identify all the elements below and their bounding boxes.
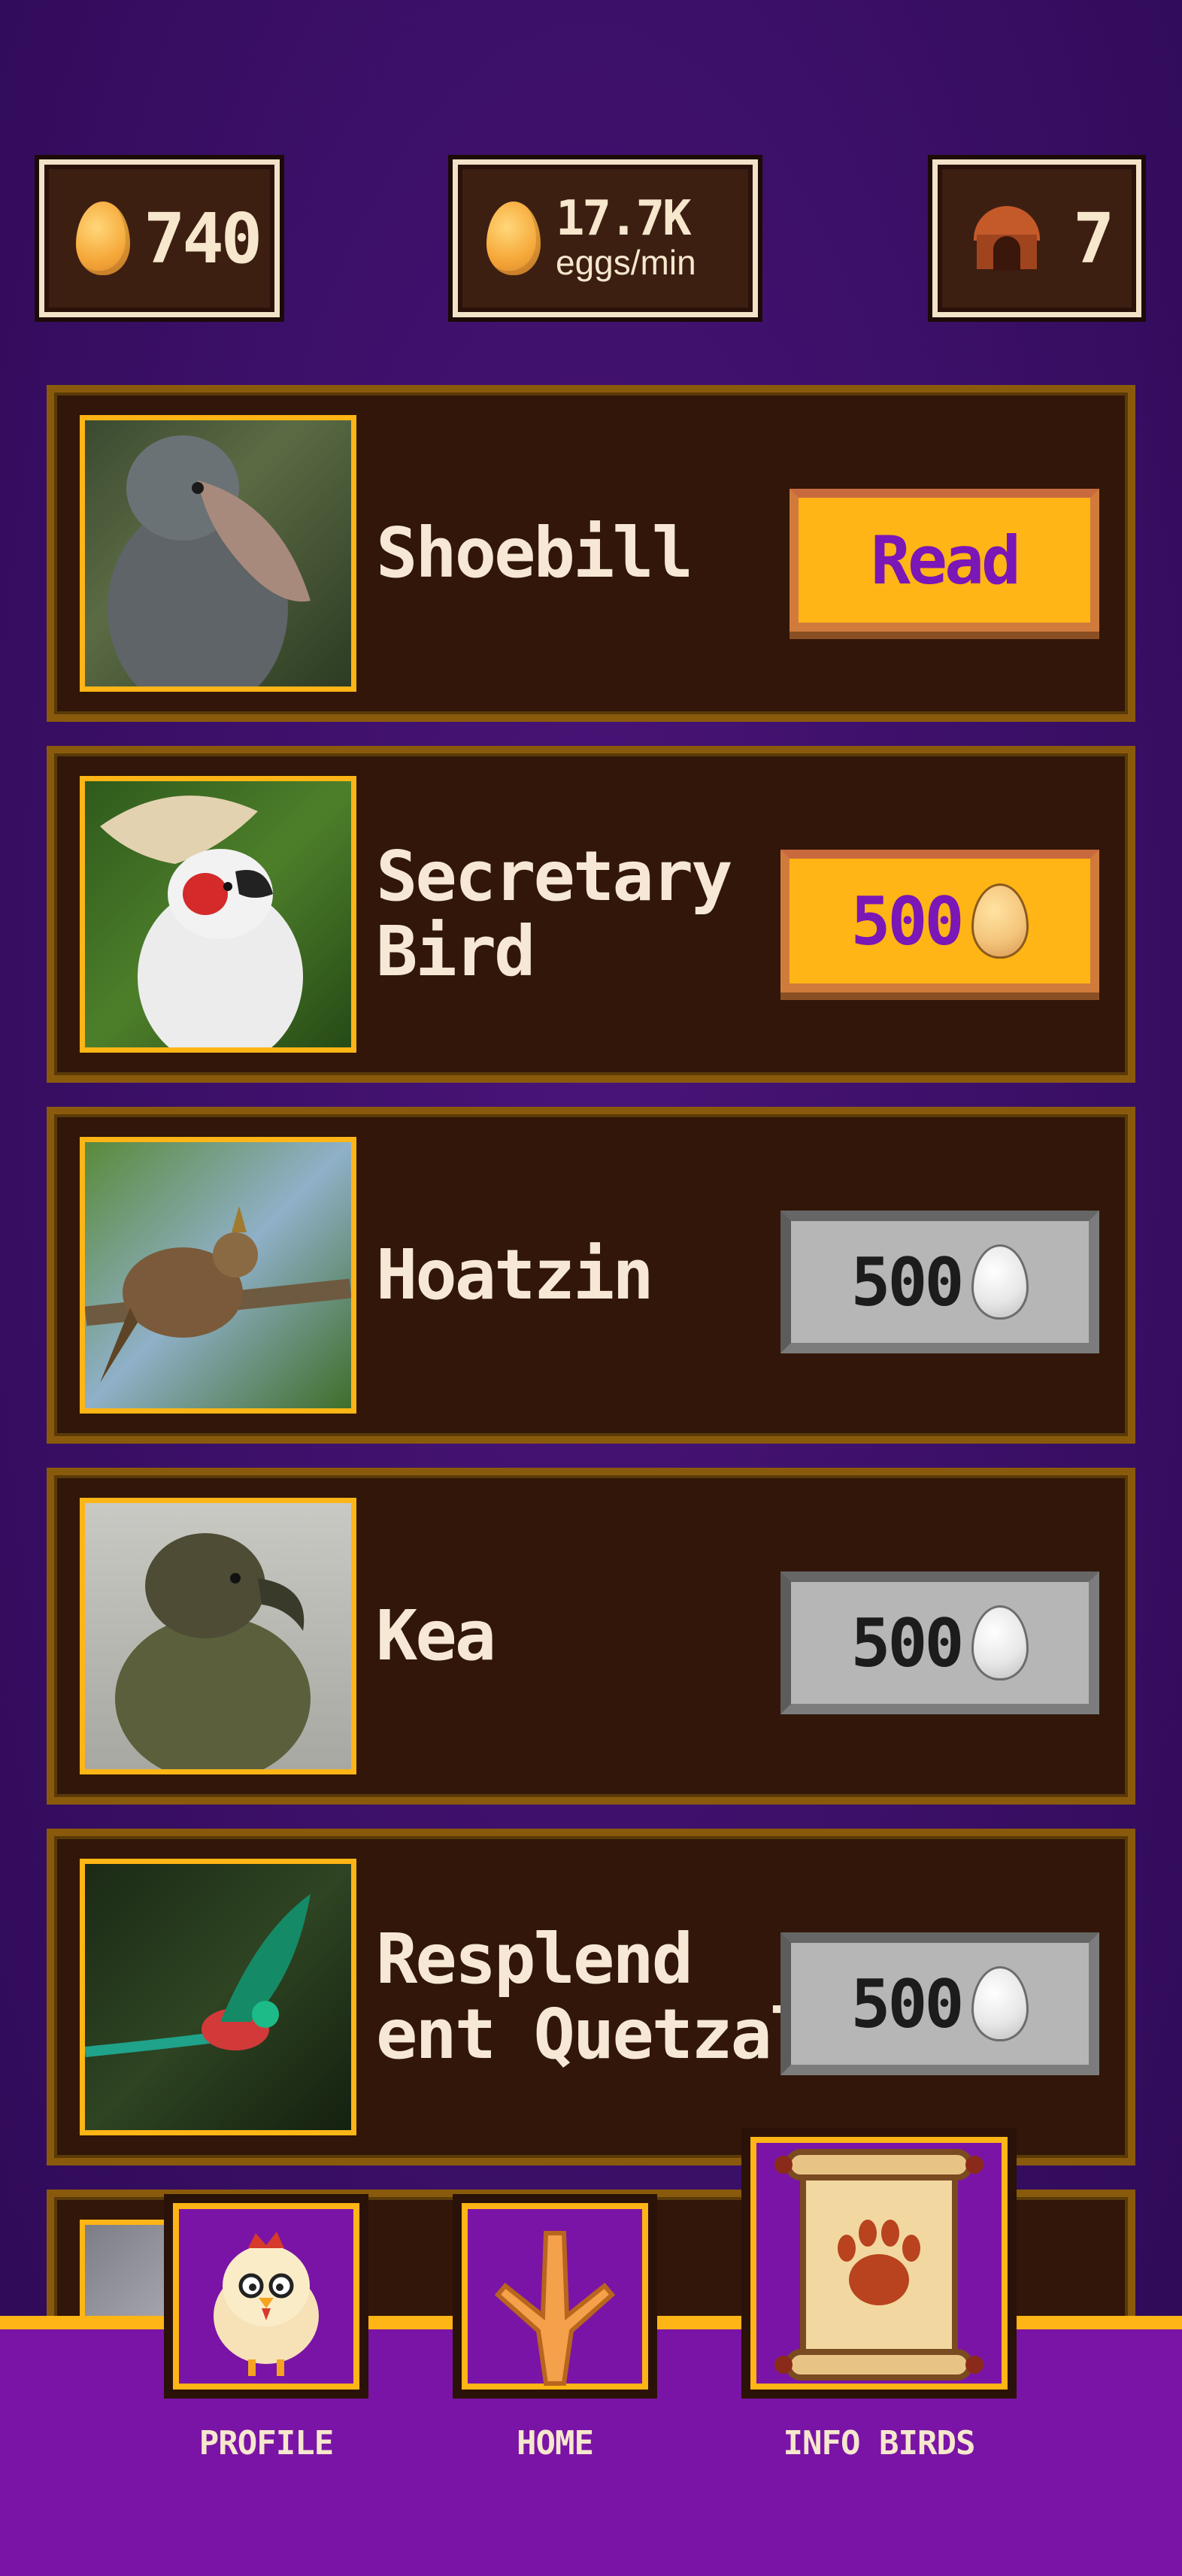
bird-name: Resplend ent Quetzal (376, 1919, 811, 2074)
egg-icon (971, 883, 1029, 959)
bird-card-hoatzin: Hoatzin 500 (47, 1107, 1135, 1444)
secretary-bird-photo (80, 776, 356, 1053)
egg-icon (971, 1244, 1029, 1320)
egg-icon (486, 202, 541, 275)
quetzal-photo (80, 1859, 356, 2135)
kea-photo (80, 1498, 356, 1774)
bird-card-kea: Kea 500 (47, 1468, 1135, 1805)
price-label: 500 (850, 882, 965, 960)
rate-unit: eggs/min (556, 243, 696, 282)
hoatzin-photo (80, 1137, 356, 1414)
nav-profile-button[interactable] (164, 2194, 368, 2399)
egg-count: 740 (144, 198, 262, 279)
buy-button[interactable]: 500 (780, 850, 1099, 993)
nav-profile-label: PROFILE (199, 2424, 334, 2462)
coop-counter: 7 (932, 159, 1141, 317)
nav-home-button[interactable] (453, 2194, 657, 2399)
read-label: Read (871, 521, 1021, 599)
egg-icon (76, 202, 130, 275)
bird-name: Secretary Bird (376, 836, 733, 992)
coop-icon (971, 206, 1043, 271)
egg-counter: 740 (39, 159, 280, 317)
price-label: 500 (850, 1243, 965, 1321)
scroll-icon (774, 2149, 983, 2381)
bird-name: Shoebill (376, 513, 693, 593)
bird-name: Kea (376, 1596, 496, 1676)
bird-foot-icon (494, 2231, 616, 2386)
coop-count: 7 (1073, 198, 1114, 279)
chicken-icon (214, 2232, 319, 2376)
price-label: 500 (850, 1965, 965, 2043)
egg-icon (971, 1605, 1029, 1680)
locked-buy-button[interactable]: 500 (780, 1211, 1099, 1353)
read-button[interactable]: Read (790, 489, 1099, 632)
price-label: 500 (850, 1604, 965, 1682)
production-rate: 17.7K eggs/min (453, 159, 758, 317)
nav-info-birds-button[interactable] (741, 2128, 1017, 2399)
shoebill-photo (80, 415, 356, 692)
nav-info-birds-label: INFO BIRDS (783, 2424, 976, 2462)
bird-name: Hoatzin (376, 1235, 654, 1315)
locked-buy-button[interactable]: 500 (780, 1571, 1099, 1714)
rate-value: 17.7K (556, 191, 692, 247)
egg-icon (971, 1966, 1029, 2041)
locked-buy-button[interactable]: 500 (780, 1932, 1099, 2075)
bird-card-shoebill: Shoebill Read (47, 385, 1135, 722)
bird-card-resplendent-quetzal: Resplend ent Quetzal 500 (47, 1829, 1135, 2165)
bird-card-secretary-bird: Secretary Bird 500 (47, 746, 1135, 1083)
nav-home-label: HOME (517, 2424, 594, 2462)
